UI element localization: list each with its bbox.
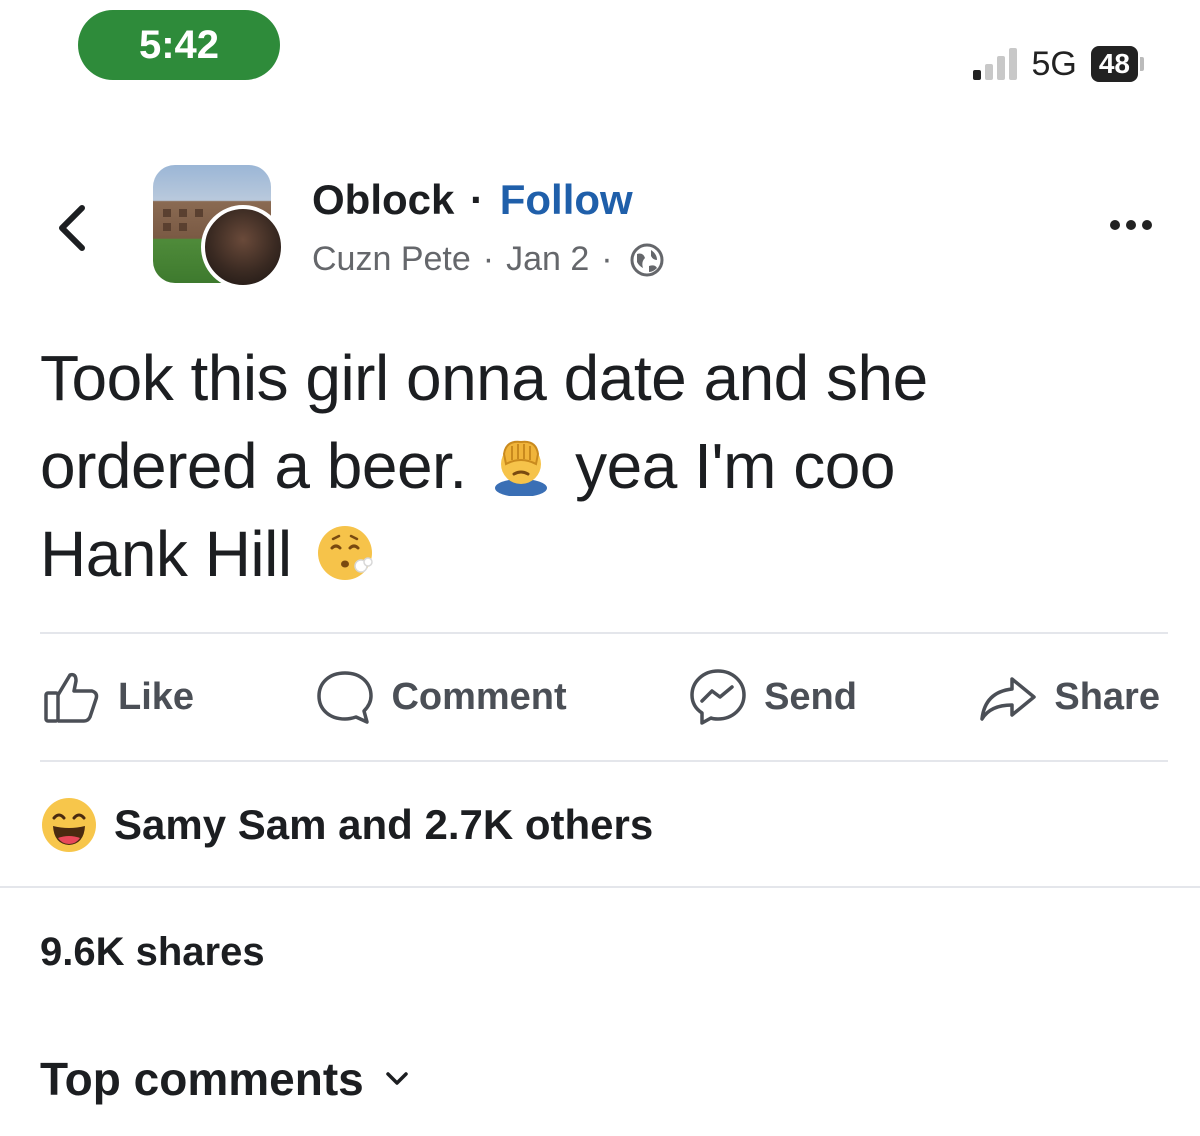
share-label: Share xyxy=(1054,675,1160,718)
send-label: Send xyxy=(764,675,857,718)
post-date[interactable]: Jan 2 xyxy=(506,240,589,279)
status-indicators: 5G 48 xyxy=(973,42,1144,86)
follow-button[interactable]: Follow xyxy=(500,176,633,223)
meta-separator: · xyxy=(601,240,613,278)
meta-separator: · xyxy=(482,240,495,278)
post-line-2a: ordered a beer. xyxy=(40,430,467,502)
network-type: 5G xyxy=(1031,44,1077,83)
post-title-line: Oblock · Follow xyxy=(312,176,633,224)
page-name[interactable]: Oblock xyxy=(312,176,454,223)
divider-actions xyxy=(40,760,1168,762)
author-name[interactable]: Cuzn Pete xyxy=(312,240,471,279)
name-separator: · xyxy=(470,176,485,223)
globe-icon xyxy=(630,243,664,276)
back-chevron-icon[interactable] xyxy=(52,198,92,258)
status-time: 5:42 xyxy=(78,10,280,80)
post-action-bar: Like Comment Send Share xyxy=(40,660,1160,734)
share-arrow-icon xyxy=(980,677,1037,721)
post-line-2: ordered a beer. yea I'm coo xyxy=(40,422,1170,510)
post-body: Took this girl onna date and she ordered… xyxy=(40,334,1170,598)
like-label: Like xyxy=(118,675,195,718)
post-line-3: Hank Hill xyxy=(40,510,1170,598)
post-meta: Cuzn Pete · Jan 2 · xyxy=(312,240,665,279)
battery-icon: 48 xyxy=(1090,46,1144,82)
divider-reactions xyxy=(0,886,1200,888)
facepalm-emoji-icon xyxy=(494,440,547,496)
comment-icon xyxy=(317,671,374,724)
like-button[interactable]: Like xyxy=(40,665,194,729)
battery-level: 48 xyxy=(1090,46,1138,82)
author-avatar[interactable] xyxy=(201,205,285,289)
chevron-down-icon xyxy=(385,1072,408,1085)
share-count[interactable]: 9.6K shares xyxy=(40,930,265,975)
reaction-summary[interactable]: Samy Sam and 2.7K others xyxy=(40,796,653,854)
comment-label: Comment xyxy=(391,675,567,718)
comment-button[interactable]: Comment xyxy=(313,665,567,729)
haha-reaction-icon xyxy=(42,798,96,852)
post-line-3-text: Hank Hill xyxy=(40,518,292,590)
more-options-icon[interactable] xyxy=(1110,220,1152,230)
messenger-icon xyxy=(690,669,746,725)
signal-icon xyxy=(973,48,1018,80)
post-line-2b: yea I'm coo xyxy=(575,430,895,502)
send-button[interactable]: Send xyxy=(686,665,857,729)
share-button[interactable]: Share xyxy=(976,665,1160,729)
top-comments-label: Top comments xyxy=(40,1053,364,1105)
divider-top xyxy=(40,632,1168,634)
reaction-summary-text: Samy Sam and 2.7K others xyxy=(114,801,654,848)
avatar[interactable] xyxy=(153,165,285,289)
thumbs-up-icon xyxy=(44,672,99,723)
post-line-1: Took this girl onna date and she xyxy=(40,342,928,414)
comment-sort-dropdown[interactable]: Top comments xyxy=(40,1052,410,1106)
exhale-face-emoji-icon xyxy=(317,526,373,580)
